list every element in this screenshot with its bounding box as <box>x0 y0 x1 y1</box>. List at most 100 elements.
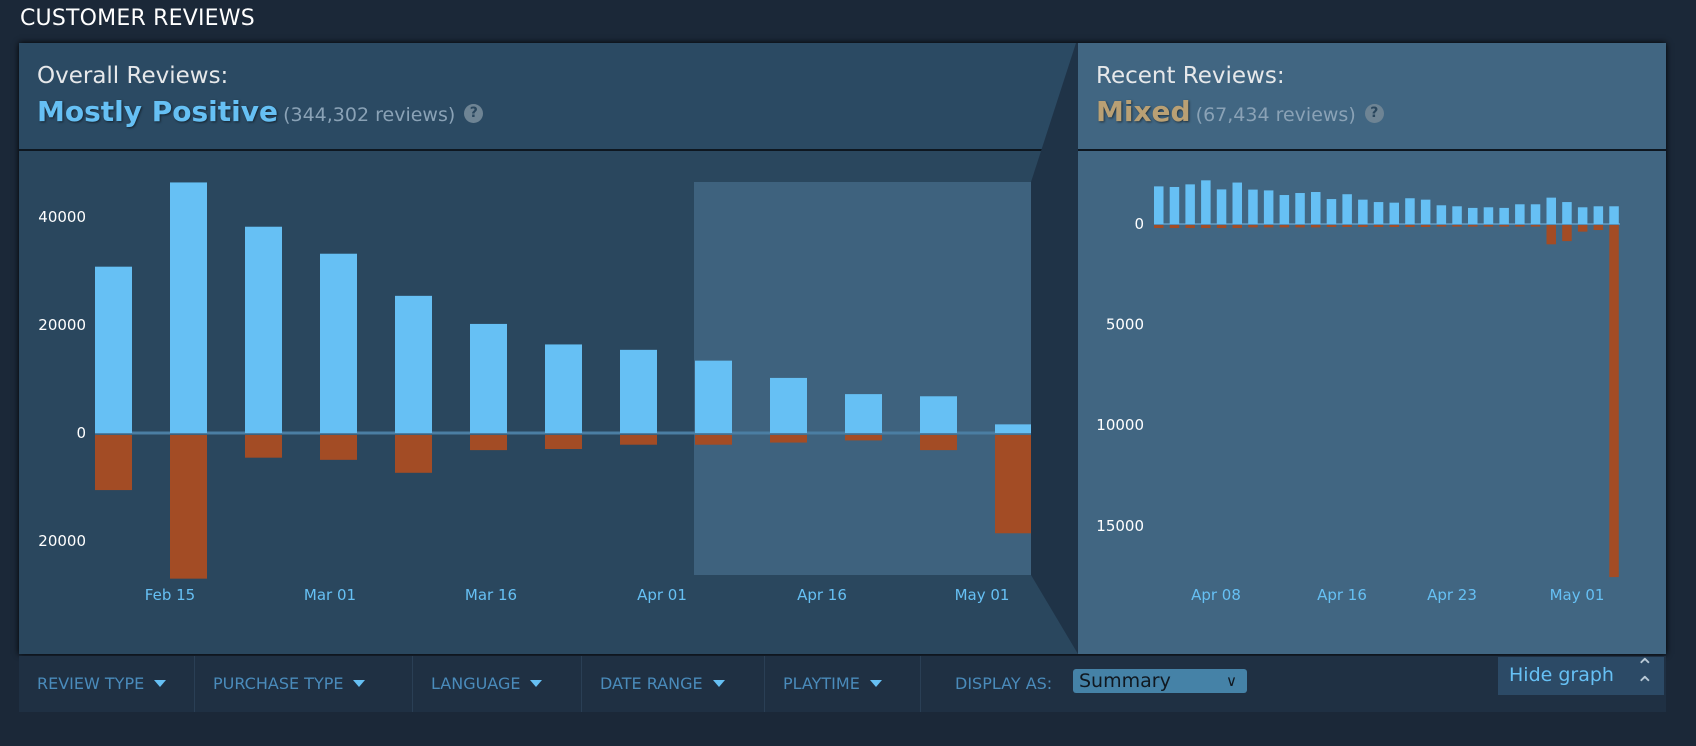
positive-bar <box>1311 192 1321 224</box>
negative-bar <box>1515 225 1525 227</box>
positive-bar <box>1169 186 1180 224</box>
positive-bar <box>545 344 582 433</box>
positive-bar <box>1358 199 1368 224</box>
y-tick-label: 20000 <box>38 532 86 550</box>
filter-bar: REVIEW TYPE PURCHASE TYPE LANGUAGE DATE … <box>19 656 1666 712</box>
review-charts: 40000 20000 0 20000 Feb 15 Mar 01 Mar 16 Apr 01… <box>38 43 1620 654</box>
positive-bar <box>1609 206 1619 224</box>
display-as-select[interactable]: Summary ∨ <box>1073 669 1247 693</box>
positive-bar <box>1562 202 1572 224</box>
filter-label: LANGUAGE <box>431 674 521 693</box>
negative-bar <box>1389 225 1399 228</box>
negative-bar <box>620 435 657 445</box>
y-tick-label: 5000 <box>1106 316 1144 334</box>
negative-bar <box>170 435 207 579</box>
positive-bar <box>95 266 132 433</box>
positive-bar <box>1452 206 1462 224</box>
x-tick-label: Apr 08 <box>1191 586 1241 604</box>
negative-bar <box>95 435 132 491</box>
positive-bar <box>170 182 207 433</box>
positive-bar <box>1405 198 1415 224</box>
positive-bar <box>1593 206 1604 224</box>
y-tick-label: 10000 <box>1096 416 1144 434</box>
negative-bar <box>695 435 732 445</box>
negative-bar <box>1420 225 1431 228</box>
filter-language[interactable]: LANGUAGE <box>413 656 582 712</box>
positive-bar <box>845 394 882 433</box>
filter-review-type[interactable]: REVIEW TYPE <box>19 656 195 712</box>
negative-bar <box>1436 225 1447 227</box>
positive-bar <box>1436 205 1447 224</box>
negative-bar <box>920 435 957 451</box>
positive-bar <box>470 323 507 433</box>
positive-bar <box>920 396 957 433</box>
negative-bar <box>1593 225 1604 231</box>
x-tick-label: Apr 16 <box>1317 586 1367 604</box>
y-tick-label: 20000 <box>38 316 86 334</box>
negative-bar <box>1311 225 1321 228</box>
positive-bar <box>1216 189 1227 224</box>
positive-bar <box>1263 190 1274 224</box>
positive-bar <box>1530 204 1541 224</box>
positive-bar <box>1483 207 1494 224</box>
x-tick-label: May 01 <box>955 586 1010 604</box>
recent-range-highlight <box>694 182 1031 575</box>
negative-bar <box>545 435 582 450</box>
positive-bar <box>1201 180 1211 224</box>
filter-purchase-type[interactable]: PURCHASE TYPE <box>195 656 413 712</box>
x-tick-label: Mar 01 <box>304 586 356 604</box>
negative-bar <box>395 435 432 473</box>
negative-bar <box>1326 225 1337 228</box>
x-tick-label: May 01 <box>1550 586 1605 604</box>
caret-down-icon <box>869 680 882 687</box>
negative-bar <box>995 435 1031 534</box>
negative-bar <box>1295 225 1305 228</box>
filter-label: PURCHASE TYPE <box>213 674 344 693</box>
positive-bar <box>620 349 657 433</box>
caret-down-icon <box>353 680 366 687</box>
positive-bar <box>1499 207 1509 224</box>
hide-graph-label: Hide graph <box>1509 664 1614 686</box>
y-tick-label: 15000 <box>1096 517 1144 535</box>
hide-graph-button[interactable]: Hide graph ⌃ ⌃ <box>1498 655 1664 698</box>
negative-bar <box>1405 225 1415 228</box>
negative-bar <box>1201 225 1211 229</box>
negative-bar <box>1169 225 1180 229</box>
positive-bar <box>1248 189 1258 224</box>
negative-bar <box>1468 225 1478 227</box>
filter-date-range[interactable]: DATE RANGE <box>582 656 765 712</box>
positive-bar <box>770 377 807 433</box>
negative-bar <box>1279 225 1290 228</box>
negative-bar <box>1248 225 1258 228</box>
positive-bar <box>1185 184 1195 224</box>
display-as-label: DISPLAY AS: <box>955 674 1053 693</box>
filter-label: DATE RANGE <box>600 674 703 693</box>
x-tick-label: Feb 15 <box>145 586 195 604</box>
negative-bar <box>1358 225 1368 228</box>
positive-bar <box>320 253 357 433</box>
caret-down-icon <box>530 680 543 687</box>
positive-bar <box>695 360 732 433</box>
positive-bar <box>1279 195 1290 224</box>
caret-down-icon <box>154 680 167 687</box>
positive-bar <box>1326 199 1337 224</box>
negative-bar <box>320 435 357 460</box>
positive-bar <box>1373 202 1384 224</box>
negative-bar <box>245 435 282 458</box>
positive-bar <box>1232 182 1242 224</box>
positive-bar <box>1468 207 1478 224</box>
y-tick-label: 40000 <box>38 208 86 226</box>
negative-bar <box>1530 225 1541 227</box>
positive-bar <box>395 295 432 433</box>
x-tick-label: Apr 23 <box>1427 586 1477 604</box>
positive-bar <box>995 424 1031 433</box>
negative-bar <box>1483 225 1494 227</box>
double-chevron-up-icon: ⌃ ⌃ <box>1635 655 1654 698</box>
negative-bar <box>1452 225 1462 227</box>
filter-playtime[interactable]: PLAYTIME <box>765 656 921 712</box>
filter-label: REVIEW TYPE <box>37 674 145 693</box>
negative-bar <box>1577 225 1588 232</box>
negative-bar <box>1546 225 1556 245</box>
y-tick-label: 0 <box>1134 215 1144 233</box>
negative-bar <box>1562 225 1572 242</box>
